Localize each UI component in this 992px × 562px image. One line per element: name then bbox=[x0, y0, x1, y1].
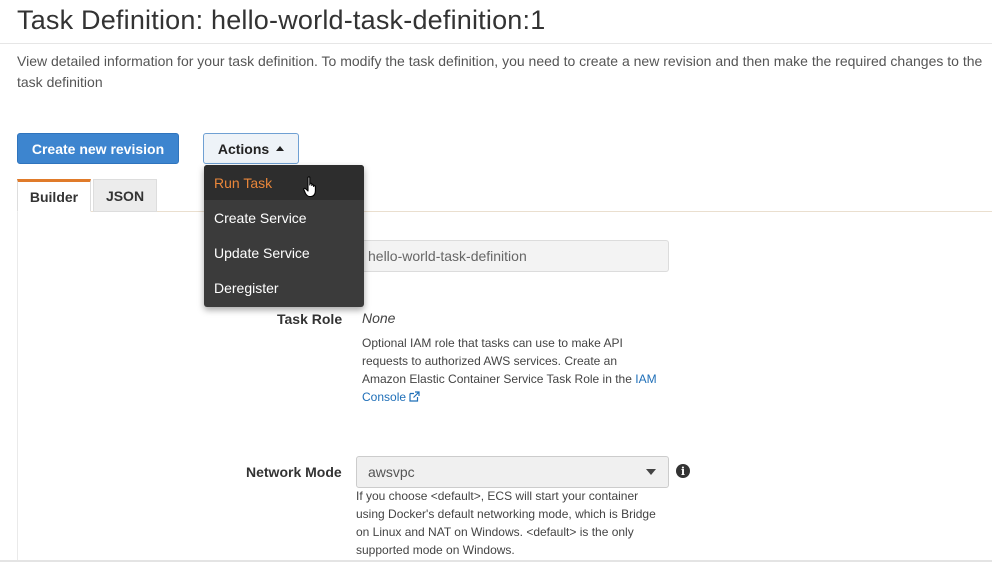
hand-pointer-icon bbox=[303, 176, 316, 198]
network-mode-help: If you choose <default>, ECS will start … bbox=[356, 489, 656, 557]
tab-json-label: JSON bbox=[105, 187, 145, 204]
info-icon[interactable]: i bbox=[676, 464, 690, 478]
create-new-revision-label: Create new revision bbox=[31, 140, 165, 157]
menu-item-create-service[interactable]: Create Service bbox=[204, 200, 364, 235]
caret-down-icon bbox=[646, 469, 656, 475]
network-mode-value: awsvpc bbox=[368, 464, 415, 480]
caret-up-icon bbox=[276, 145, 285, 151]
actions-button[interactable]: Actions bbox=[203, 133, 299, 164]
tab-builder[interactable]: Builder bbox=[17, 179, 91, 212]
network-mode-label: Network Mode bbox=[246, 464, 342, 480]
title-divider bbox=[0, 43, 992, 44]
create-new-revision-button[interactable]: Create new revision bbox=[17, 133, 179, 164]
network-mode-select[interactable]: awsvpc bbox=[356, 456, 669, 488]
page-description: View detailed information for your task … bbox=[17, 53, 983, 90]
tab-json[interactable]: JSON bbox=[93, 179, 157, 212]
tab-builder-label: Builder bbox=[29, 188, 79, 205]
page-title: Task Definition: hello-world-task-defini… bbox=[17, 5, 546, 35]
task-definition-name-value: hello-world-task-definition bbox=[368, 248, 527, 264]
task-role-help: Optional IAM role that tasks can use to … bbox=[362, 334, 662, 406]
actions-label: Actions bbox=[217, 140, 270, 157]
actions-dropdown-menu: Run Task Create Service Update Service D… bbox=[204, 165, 364, 307]
menu-item-update-service[interactable]: Update Service bbox=[204, 235, 364, 270]
task-definition-name-field: hello-world-task-definition bbox=[356, 240, 669, 272]
content-border bbox=[17, 212, 18, 562]
task-role-label: Task Role bbox=[277, 311, 343, 327]
menu-item-deregister[interactable]: Deregister bbox=[204, 270, 364, 305]
external-link-icon[interactable] bbox=[409, 391, 420, 402]
task-role-value: None bbox=[362, 310, 396, 326]
tabs-divider bbox=[17, 211, 992, 212]
task-role-help-text: Optional IAM role that tasks can use to … bbox=[362, 336, 632, 386]
menu-item-run-task[interactable]: Run Task bbox=[204, 165, 364, 200]
